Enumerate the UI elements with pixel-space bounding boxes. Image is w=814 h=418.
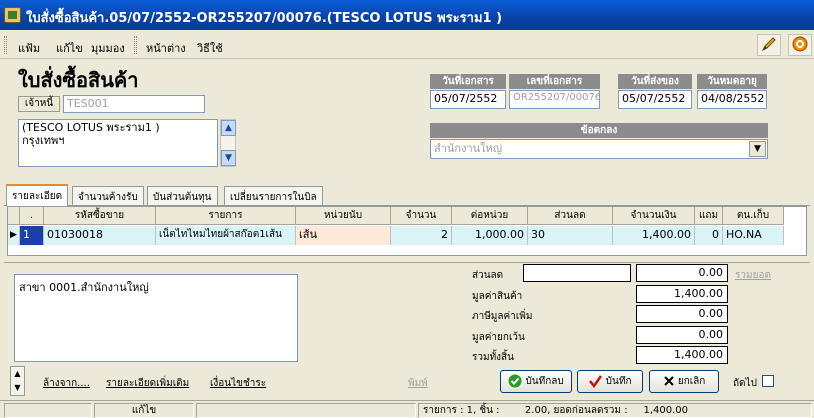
page-title: ใบสั่งซื้อสินค้า (18, 68, 139, 92)
col-header-item[interactable]: รายการ (156, 207, 296, 225)
more-detail-link[interactable]: รายละเอียดเพิ่มเติม (106, 376, 189, 391)
tab-detail[interactable]: รายละเอียด (6, 184, 69, 206)
col-header-no[interactable]: . (20, 207, 44, 225)
cell-discount[interactable]: 30 (528, 226, 613, 245)
menu-bar: แฟ้ม แก้ไข มุมมอง หน้าต่าง วิธีใช้ (0, 31, 814, 59)
col-header-amount[interactable]: จำนวนเงิน (613, 207, 695, 225)
col-header-code[interactable]: รหัสซื้อขาย (44, 207, 156, 225)
col-header-qty[interactable]: จำนวน (391, 207, 452, 225)
save-button[interactable]: บันทึก (577, 370, 643, 393)
clear-from-link[interactable]: ล้างจาก.... (43, 376, 90, 391)
discount-text-field[interactable] (523, 264, 631, 282)
sum-discount-link[interactable]: รวมยอด (735, 268, 771, 283)
menu-file[interactable]: แฟ้ม (18, 39, 40, 57)
red-check-icon (588, 375, 603, 389)
vat-label: ภาษีมูลค่าเพิ่ม (472, 311, 533, 322)
cell-no[interactable]: 1 (20, 226, 44, 245)
spin-down-icon[interactable]: ▼ (11, 381, 24, 395)
items-grid[interactable]: . รหัสซื้อขาย รายการ หน่วยนับ จำนวน ต่อห… (7, 206, 807, 256)
tab-cost-allocation[interactable]: บันส่วนต้นทุน (147, 186, 218, 205)
row-pointer-icon: ▶ (8, 226, 20, 245)
cell-unit-price[interactable]: 1,000.00 (452, 226, 528, 245)
terms-select[interactable]: สำนักงานใหญ่ (430, 139, 768, 159)
menu-view[interactable]: มุมมอง (91, 39, 125, 57)
row-spinner[interactable]: ▲ ▼ (10, 366, 25, 396)
save-label: บันทึก (605, 376, 632, 387)
target-icon[interactable] (788, 34, 812, 56)
cell-code[interactable]: 01030018 (44, 226, 156, 245)
expiry-date-label: วันหมดอายุ (697, 74, 767, 89)
cell-amount[interactable]: 1,400.00 (613, 226, 695, 245)
cancel-label: ยกเลิก (677, 376, 706, 387)
status-mode: แก้ไข (94, 403, 194, 418)
combo-arrow-icon[interactable]: ▼ (749, 141, 766, 157)
cell-location[interactable]: HO.NA (723, 226, 784, 245)
doc-no-field[interactable]: OR255207/00076 (509, 90, 600, 109)
x-icon (663, 376, 675, 387)
address-line-2: กรุงเทพฯ (22, 134, 65, 147)
menu-separator (134, 36, 137, 54)
grand-total-label: รวมทั้งสิ้น (472, 352, 514, 363)
status-cell-1 (4, 403, 92, 418)
cancel-button[interactable]: ยกเลิก (649, 370, 719, 393)
status-bar: แก้ไข รายการ : 1, ชิ้น : 2.00, ยอดก่อนลด… (0, 400, 814, 418)
terms-label: ข้อตกลง (430, 123, 768, 138)
spin-up-icon[interactable]: ▲ (11, 367, 24, 381)
expiry-date-field[interactable]: 04/08/2552 (697, 90, 767, 109)
pen-icon[interactable] (757, 34, 781, 56)
address-line-1: (TESCO LOTUS พระราม1 ) (22, 121, 160, 134)
scroll-down-icon[interactable]: ▼ (221, 150, 236, 166)
cell-unit[interactable]: เส้น (296, 226, 391, 245)
scroll-up-icon[interactable]: ▲ (221, 120, 236, 136)
col-header-unit[interactable]: หน่วยนับ (296, 207, 391, 225)
check-icon (508, 374, 522, 388)
status-cell-3 (196, 403, 416, 418)
grand-total-field: 1,400.00 (636, 346, 728, 364)
title-bar: ใบสั่งซื้อสินค้า.05/07/2552-OR255207/000… (0, 0, 814, 30)
exempt-label: มูลค่ายกเว้น (472, 332, 525, 343)
col-header-discount[interactable]: ส่วนลด (528, 207, 613, 225)
status-summary: รายการ : 1, ชิ้น : 2.00, ยอดก่อนลดรวม : … (418, 403, 812, 418)
save-copy-label: บันทึกลบ (525, 376, 564, 387)
grid-corner (8, 207, 20, 225)
next-label: ถัดไป (733, 378, 757, 389)
cell-item[interactable]: เน็ตไทไหมไทยผ้าสก๊อต1เส้น (156, 226, 296, 245)
tab-change-items[interactable]: เปลี่ยนรายการในบิล (224, 186, 323, 205)
cell-qty[interactable]: 2 (391, 226, 452, 245)
next-checkbox[interactable] (762, 375, 774, 387)
creditor-code-field[interactable]: TES001 (63, 95, 205, 113)
exempt-value-field[interactable]: 0.00 (636, 326, 728, 344)
doc-no-label: เลขที่เอกสาร (509, 74, 600, 89)
payment-terms-link[interactable]: เงื่อนไขชำระ (210, 376, 266, 391)
vat-value-field[interactable]: 0.00 (636, 305, 728, 323)
print-link[interactable]: พิมพ์ (408, 376, 428, 391)
ship-date-label: วันที่ส่งของ (618, 74, 692, 89)
discount-value-field[interactable]: 0.00 (636, 264, 728, 282)
creditor-label: เจ้าหนี้ (18, 96, 60, 112)
window-title: ใบสั่งซื้อสินค้า.05/07/2552-OR255207/000… (26, 11, 503, 26)
col-header-unit-price[interactable]: ต่อหน่วย (452, 207, 528, 225)
menu-grip (4, 36, 7, 54)
goods-value-field: 1,400.00 (636, 285, 728, 303)
address-scrollbar[interactable]: ▲ ▼ (220, 119, 236, 167)
cell-free[interactable]: 0 (695, 226, 723, 245)
tab-pending-qty[interactable]: จำนวนค้างรับ (72, 186, 144, 205)
ship-date-field[interactable]: 05/07/2552 (618, 90, 692, 109)
save-copy-button[interactable]: บันทึกลบ (500, 370, 572, 393)
doc-date-label: วันที่เอกสาร (430, 74, 506, 89)
app-icon (4, 7, 21, 23)
section-divider (4, 262, 810, 263)
goods-value-label: มูลค่าสินค้า (472, 291, 523, 302)
doc-date-field[interactable]: 05/07/2552 (430, 90, 506, 109)
menu-edit[interactable]: แก้ไข (56, 39, 83, 57)
discount-label: ส่วนลด (472, 270, 504, 281)
menu-window[interactable]: หน้าต่าง (146, 39, 186, 57)
address-field[interactable]: (TESCO LOTUS พระราม1 ) กรุงเทพฯ (18, 119, 218, 167)
col-header-location[interactable]: ตน.เก็บ (723, 207, 784, 225)
memo-field[interactable]: สาขา 0001.สำนักงานใหญ่ (14, 274, 298, 362)
menu-help[interactable]: วิธีใช้ (197, 39, 223, 57)
col-header-free[interactable]: แถม (695, 207, 723, 225)
